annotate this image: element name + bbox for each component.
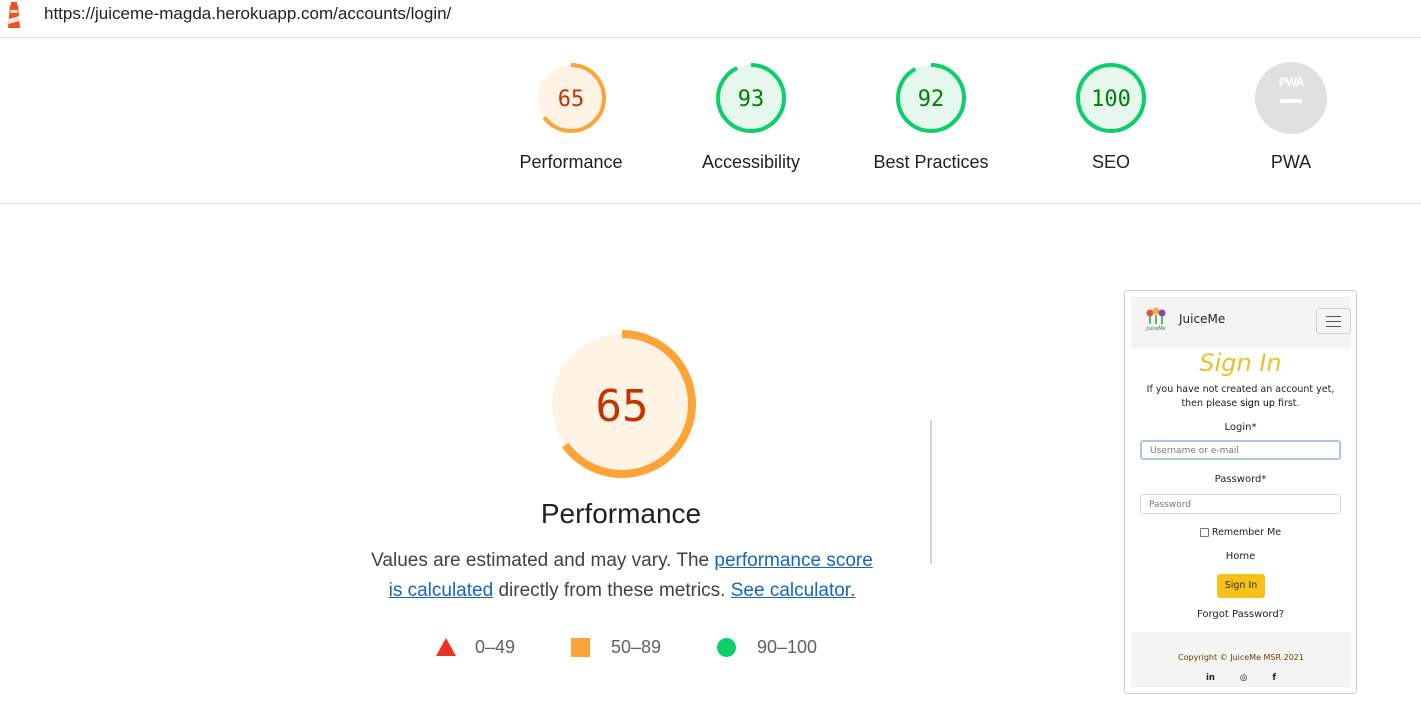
legend-fail-range: 0–49 xyxy=(475,636,516,657)
legend-average-range: 50–89 xyxy=(611,636,662,657)
url-bar: https://juiceme-magda.herokuapp.com/acco… xyxy=(0,0,1421,38)
legend-fail: 0–49 xyxy=(436,634,515,660)
thumb-copyright: Copyright © JuiceMe MSR 2021 xyxy=(1178,653,1304,662)
checkbox-icon xyxy=(1199,528,1209,537)
gauge-score: 100 xyxy=(1091,87,1131,112)
gauge-performance[interactable]: 65 Performance xyxy=(501,61,641,173)
gauge-label: Accessibility xyxy=(701,152,801,172)
triangle-icon xyxy=(436,638,456,656)
best-practices-gauge-icon: 92 xyxy=(896,63,966,133)
performance-title: Performance xyxy=(540,498,702,529)
thumb-navbar: JuiceMe JuiceMe xyxy=(1131,297,1351,349)
svg-text:PWA: PWA xyxy=(1279,75,1305,89)
gauge-label: Best Practices xyxy=(873,152,989,172)
square-icon xyxy=(571,637,590,657)
svg-text:JuiceMe: JuiceMe xyxy=(1145,326,1165,332)
desc-middle: directly from these metrics. xyxy=(493,580,731,601)
thumb-note-suffix: first. xyxy=(1274,398,1300,409)
seo-gauge-icon: 100 xyxy=(1076,63,1146,133)
juiceme-logo-icon: JuiceMe xyxy=(1145,307,1166,332)
performance-score-gauge: 65 xyxy=(548,330,696,478)
see-calculator-link[interactable]: See calculator. xyxy=(731,580,856,601)
facebook-icon: f xyxy=(1272,673,1277,683)
instagram-icon: ◎ xyxy=(1239,673,1248,683)
legend-average: 50–89 xyxy=(571,634,661,660)
thumb-password-input: Password xyxy=(1140,494,1341,514)
performance-score: 65 xyxy=(596,381,649,432)
linkedin-icon: in xyxy=(1205,673,1215,683)
performance-description: Values are estimated and may vary. The p… xyxy=(362,546,882,606)
thumb-signup-link: sign up xyxy=(1240,398,1275,409)
gauge-label: SEO xyxy=(1091,152,1130,172)
thumb-note: If you have not created an account yet, … xyxy=(1137,383,1344,411)
category-gauges: 65 Performance 93 Accessibility 92 Best … xyxy=(0,38,1421,204)
gauge-label: Performance xyxy=(519,152,623,172)
gauge-accessibility[interactable]: 93 Accessibility xyxy=(681,61,821,173)
gauge-seo[interactable]: 100 SEO xyxy=(1041,61,1181,173)
gauge-score: 65 xyxy=(558,87,585,112)
lighthouse-icon xyxy=(8,2,20,28)
pwa-badge-icon: PWA xyxy=(1255,62,1327,134)
thumb-login-input: Username or e-mail xyxy=(1140,440,1341,460)
gauge-score: 93 xyxy=(738,87,765,112)
thumb-login-label: Login* xyxy=(1224,422,1257,433)
thumb-remember: Remember Me xyxy=(1125,527,1356,538)
thumb-password-label: Password* xyxy=(1214,474,1267,485)
hamburger-menu-icon xyxy=(1316,308,1351,334)
divider xyxy=(930,420,932,564)
gauge-label: PWA xyxy=(1270,152,1312,172)
thumb-home-link: Home xyxy=(1225,551,1256,562)
performance-gauge-icon: 65 xyxy=(536,63,606,133)
gauge-pwa[interactable]: PWA PWA xyxy=(1221,61,1361,173)
accessibility-gauge-icon: 93 xyxy=(716,63,786,133)
thumb-footer: Copyright © JuiceMe MSR 2021 in ◎ f xyxy=(1131,632,1351,687)
legend-pass: 90–100 xyxy=(717,634,817,660)
page-url[interactable]: https://juiceme-magda.herokuapp.com/acco… xyxy=(44,4,451,24)
thumb-forgot-link: Forgot Password? xyxy=(1196,609,1285,620)
thumb-remember-label: Remember Me xyxy=(1211,527,1282,538)
gauge-score: 92 xyxy=(918,87,945,112)
gauge-best-practices[interactable]: 92 Best Practices xyxy=(861,61,1001,173)
thumb-heading: Sign In xyxy=(1199,349,1282,377)
desc-prefix: Values are estimated and may vary. The xyxy=(371,550,715,571)
thumb-brand: JuiceMe xyxy=(1179,312,1226,326)
legend-pass-range: 90–100 xyxy=(757,636,818,657)
thumb-signin-button: Sign In xyxy=(1217,574,1265,598)
page-screenshot-thumbnail[interactable]: JuiceMe JuiceMe Sign In If you have not … xyxy=(1124,290,1357,694)
thumb-social: in ◎ f xyxy=(1131,673,1351,683)
circle-icon xyxy=(717,637,736,657)
